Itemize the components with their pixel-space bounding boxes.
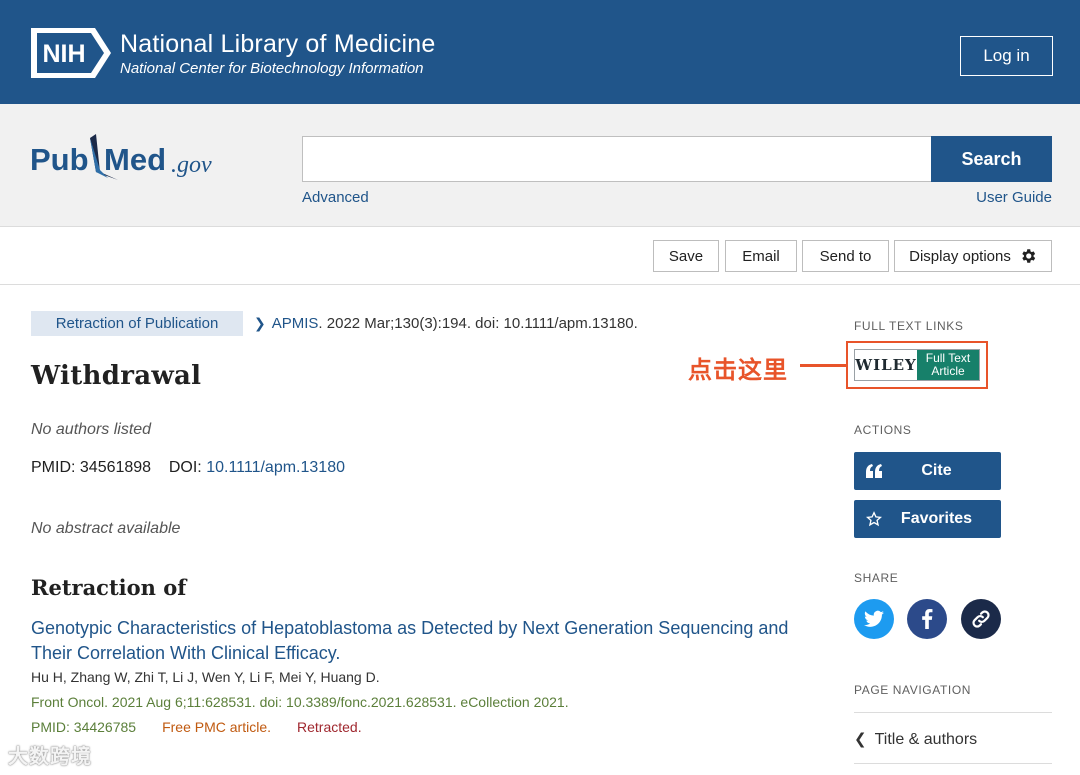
quote-icon	[854, 464, 894, 478]
wiley-full-text-link[interactable]: WILEY Full Text Article	[854, 349, 980, 381]
link-icon	[972, 610, 990, 628]
retracted-article-meta: PMID: 34426785 Free PMC article. Retracted…	[31, 719, 362, 735]
chevron-right-icon: ❯	[254, 315, 266, 331]
nih-abbrev: NIH	[42, 40, 85, 68]
retracted-article-pmid: PMID: 34426785	[31, 719, 137, 735]
email-button[interactable]: Email	[725, 240, 797, 272]
annotation-arrow	[800, 364, 846, 367]
wiley-logo: WILEY	[855, 350, 917, 380]
svg-text:Med: Med	[104, 142, 166, 177]
annotation-text: 点击这里	[688, 356, 788, 384]
retracted-article-authors: Hu H, Zhang W, Zhi T, Li J, Wen Y, Li F,…	[31, 669, 380, 685]
save-button[interactable]: Save	[653, 240, 719, 272]
retraction-tag[interactable]: Retraction of Publication	[31, 311, 243, 336]
watermark-text: 大数跨境	[8, 746, 92, 768]
action-toolbar: Save Email Send to Display options	[0, 227, 1080, 285]
full-text-links-label: FULL TEXT LINKS	[854, 319, 964, 333]
nav-divider	[854, 712, 1052, 713]
gear-icon	[1022, 249, 1036, 263]
pubmed-logo[interactable]: Pub Med .gov	[30, 132, 230, 188]
permalink-share-button[interactable]	[961, 599, 1001, 639]
display-options-label: Display options	[909, 247, 1011, 265]
cite-button[interactable]: Cite	[854, 452, 1001, 490]
cite-label: Cite	[921, 462, 952, 479]
login-button[interactable]: Log in	[960, 36, 1053, 76]
facebook-icon	[922, 609, 933, 629]
nav-title-authors-label: Title & authors	[874, 731, 978, 748]
doi-link[interactable]: 10.1111/apm.13180	[206, 459, 345, 476]
pmid-text: PMID: 34561898	[31, 459, 152, 476]
svg-text:.gov: .gov	[171, 152, 212, 178]
journal-link[interactable]: APMIS	[272, 315, 319, 332]
doi-label: DOI:	[168, 459, 202, 476]
favorites-button[interactable]: Favorites	[854, 500, 1001, 538]
retraction-of-heading: Retraction of	[31, 575, 187, 600]
twitter-share-button[interactable]	[854, 599, 894, 639]
actions-label: ACTIONS	[854, 423, 912, 437]
send-to-button[interactable]: Send to	[802, 240, 889, 272]
nav-divider	[854, 763, 1052, 764]
free-pmc-badge: Free PMC article.	[162, 719, 271, 735]
facebook-share-button[interactable]	[907, 599, 947, 639]
nih-banner: NIH National Library of Medicine Nationa…	[0, 0, 1080, 104]
user-guide-link[interactable]: User Guide	[976, 189, 1052, 206]
nav-title-authors-link[interactable]: ❮ Title & authors	[854, 730, 977, 749]
svg-text:Pub: Pub	[30, 142, 89, 177]
search-button[interactable]: Search	[931, 136, 1052, 182]
advanced-search-link[interactable]: Advanced	[302, 189, 369, 206]
page-navigation-label: PAGE NAVIGATION	[854, 683, 972, 697]
citation-details: . 2022 Mar;130(3):194. doi: 10.1111/apm.…	[318, 315, 638, 332]
twitter-icon	[864, 610, 884, 627]
wiley-full-text-label: Full Text Article	[917, 350, 979, 380]
nih-subtitle: National Center for Biotechnology Inform…	[120, 60, 424, 77]
star-icon	[854, 511, 894, 527]
citation-line: ❯ APMIS. 2022 Mar;130(3):194. doi: 10.111…	[254, 315, 638, 332]
retracted-article-citation: Front Oncol. 2021 Aug 6;11:628531. doi: …	[31, 694, 569, 710]
nih-title[interactable]: National Library of Medicine	[120, 30, 435, 59]
abstract-text: No abstract available	[31, 520, 181, 537]
annotation-highlight-box: WILEY Full Text Article	[846, 341, 988, 389]
authors-text: No authors listed	[31, 421, 152, 438]
favorites-label: Favorites	[900, 510, 973, 527]
chevron-left-icon: ❮	[854, 731, 867, 748]
search-input[interactable]	[302, 136, 932, 182]
identifiers: PMID: 34561898 DOI: 10.1111/apm.13180	[31, 459, 345, 477]
nih-logo[interactable]: NIH	[31, 28, 111, 78]
article-title: Withdrawal	[31, 361, 202, 391]
retracted-article-link[interactable]: Genotypic Characteristics of Hepatoblast…	[31, 616, 791, 666]
share-label: SHARE	[854, 571, 899, 585]
retracted-badge: Retracted.	[297, 719, 362, 735]
display-options-button[interactable]: Display options	[894, 240, 1052, 272]
